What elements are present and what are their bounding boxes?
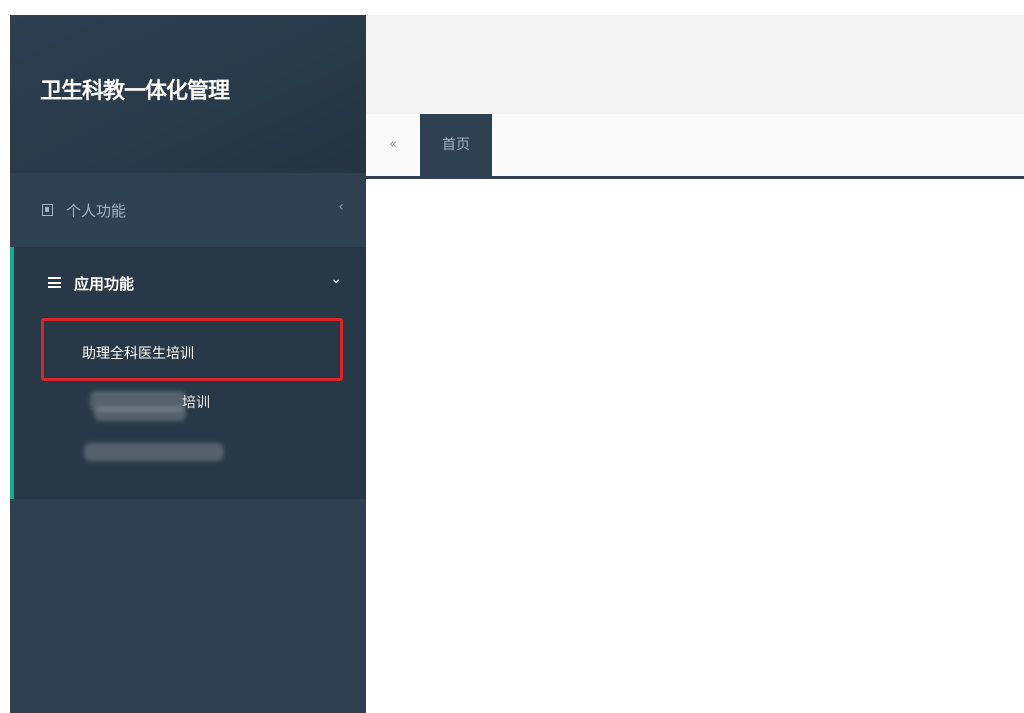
top-navbar [366, 15, 1024, 114]
chevron-down-icon: ⌄ [330, 271, 342, 287]
double-left-arrow-icon[interactable]: « [366, 114, 420, 176]
sidebar-item-label: 个人功能 [66, 202, 127, 220]
sidebar-item-personal[interactable]: 个人功能 ‹ [10, 173, 366, 247]
brand-header: 卫生科教一体化管理 [10, 15, 366, 173]
redacted-text [94, 407, 186, 421]
submenu-item-training[interactable]: 培训 [182, 392, 210, 412]
app-title: 卫生科教一体化管理 [40, 78, 230, 104]
redacted-submenu-item[interactable] [84, 443, 224, 461]
submenu-item-assistant-gp-training[interactable]: 助理全科医生培训 [82, 343, 194, 363]
app-frame: 卫生科教一体化管理 个人功能 ‹ 应用功能 ⌄ 助理全科医生培训 培训 « 首页 [10, 15, 1024, 713]
id-card-icon [42, 204, 53, 216]
chevron-left-icon: ‹ [338, 199, 344, 215]
sidebar-item-label: 应用功能 [74, 275, 135, 293]
tab-bar: « 首页 [366, 114, 1024, 179]
main-content [366, 179, 1024, 713]
sidebar: 卫生科教一体化管理 个人功能 ‹ 应用功能 ⌄ 助理全科医生培训 培训 [10, 15, 366, 713]
sidebar-item-app-functions[interactable]: 应用功能 ⌄ 助理全科医生培训 培训 [10, 247, 366, 499]
tab-home[interactable]: 首页 [420, 114, 492, 176]
list-icon [48, 277, 61, 288]
